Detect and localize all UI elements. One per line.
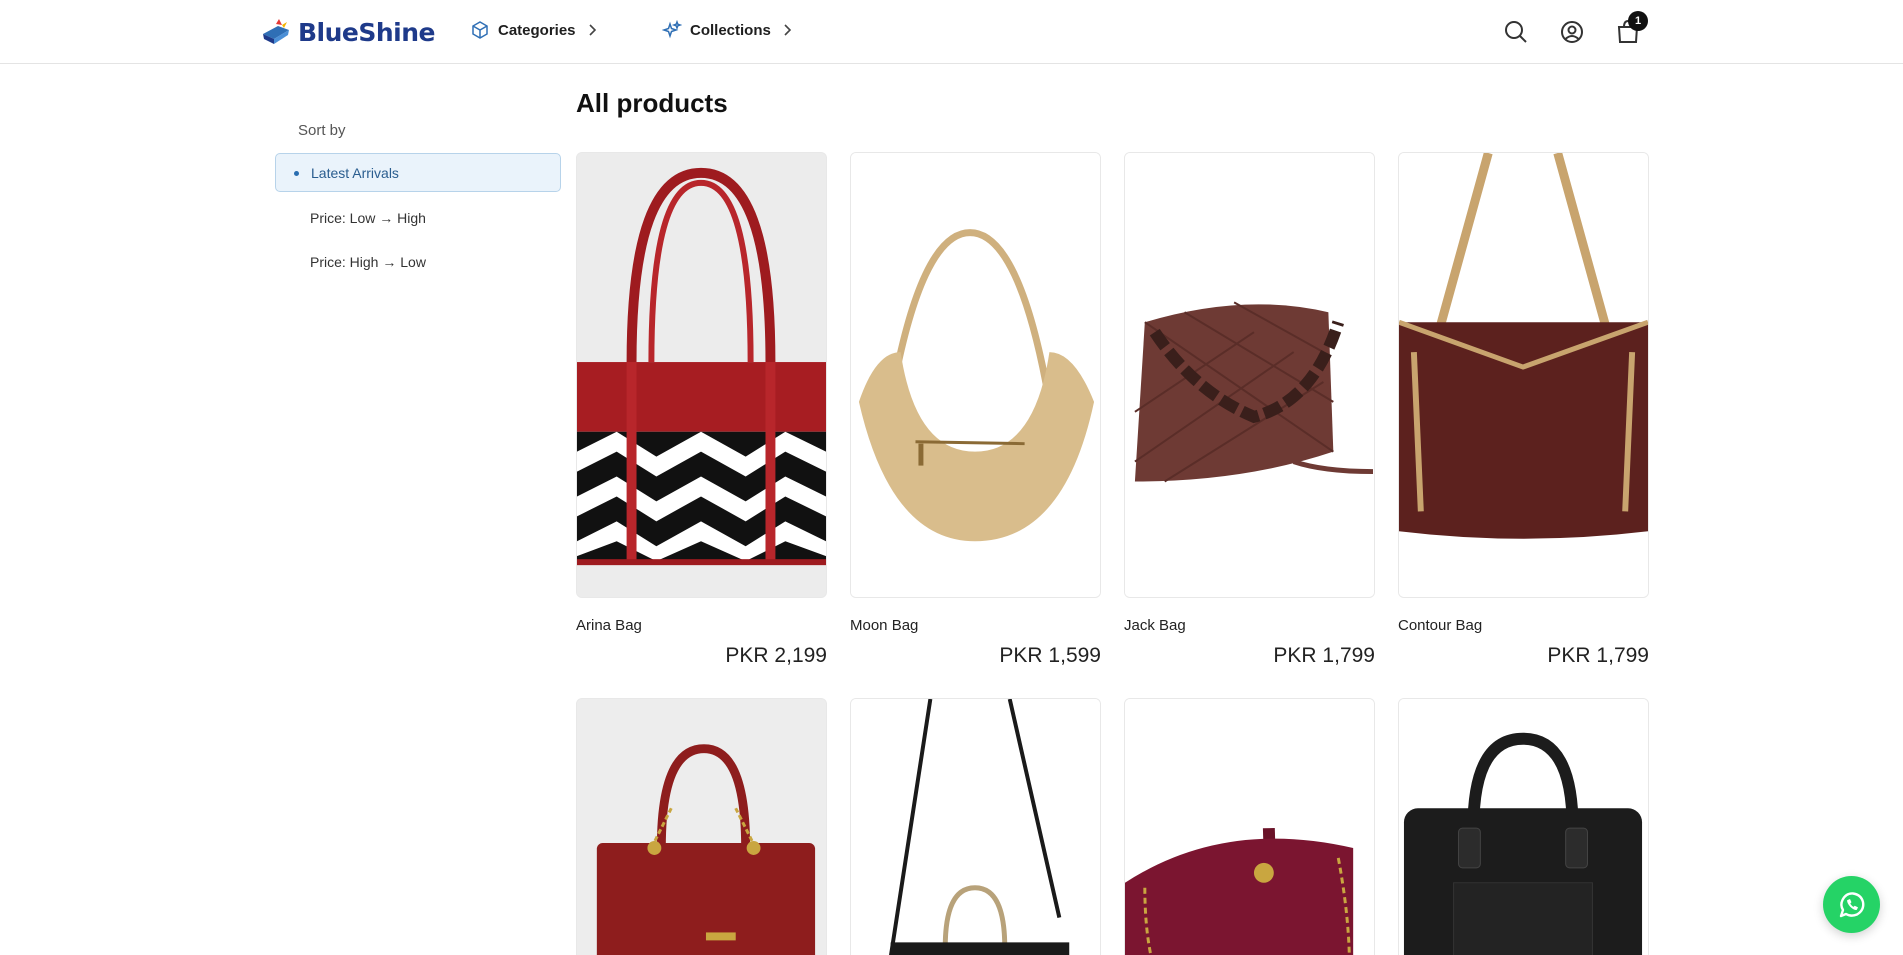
account-icon[interactable] <box>1558 18 1586 46</box>
product-image <box>1398 152 1649 598</box>
sort-by-label: Sort by <box>298 122 346 139</box>
active-dot-icon <box>294 171 299 176</box>
product-card[interactable]: Arina Bag PKR 2,199 <box>576 152 827 667</box>
product-card[interactable] <box>1398 698 1649 955</box>
product-card[interactable] <box>576 698 827 955</box>
page-title: All products <box>576 88 728 118</box>
product-image <box>576 698 827 955</box>
brand-logo-mark-icon <box>263 19 289 44</box>
chevron-right-icon <box>784 24 791 36</box>
chevron-right-icon <box>588 24 596 36</box>
sort-option-latest[interactable]: Latest Arrivals <box>275 153 561 192</box>
whatsapp-icon <box>1839 891 1864 917</box>
product-name: Arina Bag <box>576 617 642 634</box>
product-name: Moon Bag <box>850 617 919 634</box>
product-price: PKR 1,799 <box>1547 644 1649 667</box>
product-image <box>576 152 827 598</box>
sort-option-label: Price: High → Low <box>310 253 426 270</box>
sparkles-icon <box>662 20 682 39</box>
whatsapp-chat-button[interactable] <box>1823 876 1880 933</box>
product-card[interactable]: Contour Bag PKR 1,799 <box>1398 152 1649 667</box>
sort-option-price-low-high[interactable]: Price: Low → High <box>275 198 561 237</box>
sort-option-price-high-low[interactable]: Price: High → Low <box>275 242 561 281</box>
sort-option-label: Latest Arrivals <box>311 164 399 181</box>
site-header: BlueShine Categories Collections 1 <box>0 0 1903 64</box>
product-card[interactable]: Jack Bag PKR 1,799 <box>1124 152 1375 667</box>
product-price: PKR 1,599 <box>999 644 1101 667</box>
nav-collections[interactable]: Collections <box>662 20 795 40</box>
cart-count-badge: 1 <box>1628 11 1648 31</box>
product-card[interactable] <box>850 698 1101 955</box>
product-price: PKR 1,799 <box>1273 644 1375 667</box>
brand-logo[interactable]: BlueShine <box>260 16 436 48</box>
product-image <box>1398 698 1649 955</box>
product-image <box>850 152 1101 598</box>
product-card[interactable] <box>1124 698 1375 955</box>
search-icon[interactable] <box>1502 18 1530 46</box>
product-card[interactable]: Moon Bag PKR 1,599 <box>850 152 1101 667</box>
product-name: Contour Bag <box>1398 617 1483 634</box>
product-name: Jack Bag <box>1124 617 1186 634</box>
nav-collections-label: Collections <box>690 21 771 39</box>
product-image <box>1124 152 1375 598</box>
product-price: PKR 2,199 <box>725 644 827 667</box>
brand-name: BlueShine <box>298 17 436 47</box>
nav-categories-label: Categories <box>498 21 576 39</box>
sort-option-label: Price: Low → High <box>310 209 426 226</box>
product-image <box>850 698 1101 955</box>
product-image <box>1124 698 1375 955</box>
cube-icon <box>472 21 488 39</box>
nav-categories[interactable]: Categories <box>470 20 600 40</box>
